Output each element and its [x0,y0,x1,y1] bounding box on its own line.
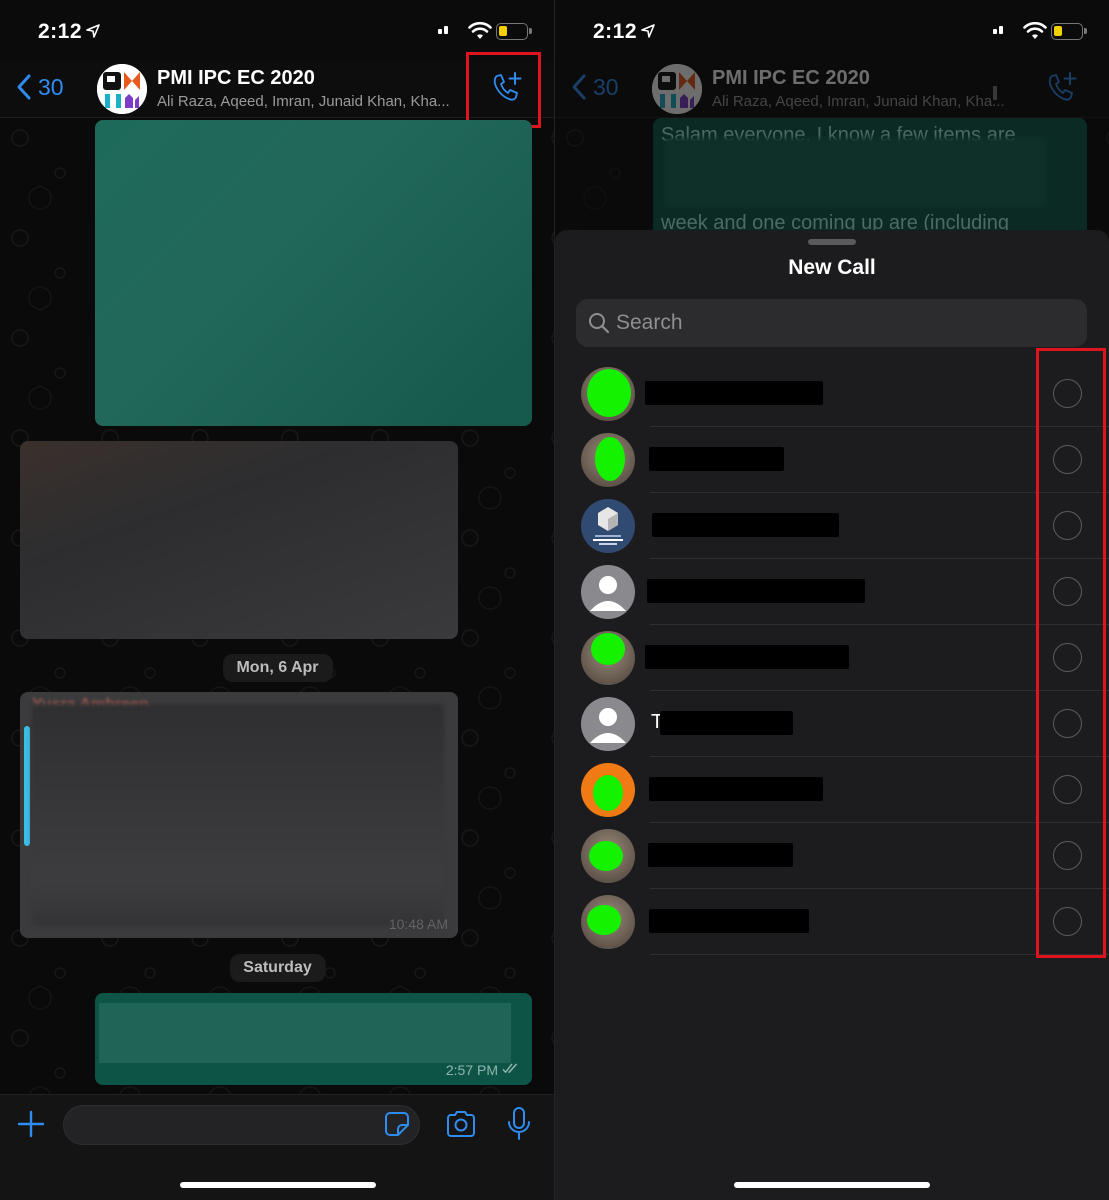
sticker-icon[interactable] [384,1111,410,1137]
date-separator: Mon, 6 Apr [222,654,333,682]
message-composer [0,1094,555,1200]
annotation-highlight-select-column [1036,348,1106,958]
contact-row[interactable] [555,427,1109,493]
battery-icon [1051,23,1087,40]
location-arrow-icon [641,24,655,38]
status-bar: 2:12 [0,0,555,100]
new-call-screen: 2:12 30 PMI IPC EC 2020 Ali Raza, Aqeed,… [555,0,1109,1200]
contact-row[interactable] [555,493,1109,559]
home-indicator[interactable] [734,1182,930,1188]
face-redaction [591,633,625,665]
search-input[interactable] [616,299,1076,347]
face-redaction [595,437,625,481]
quote-indicator [24,726,30,846]
contact-avatar [581,697,635,751]
date-separator: Saturday [229,954,326,982]
message-input[interactable] [63,1105,420,1145]
contact-avatar [581,367,635,421]
chat-header-dimmed: 30 PMI IPC EC 2020 Ali Raza, Aqeed, Imra… [555,60,1109,118]
contact-name-redacted [652,513,839,537]
redacted-content [665,138,1045,206]
contact-name-redacted [645,645,849,669]
back-count: 30 [38,73,64,100]
contact-row[interactable] [555,559,1109,625]
group-participants: Ali Raza, Aqeed, Imran, Junaid Khan, Kha… [712,93,1005,110]
contact-name-redacted [649,777,823,801]
contact-name-redacted [648,843,793,867]
back-button[interactable]: 30 [16,73,64,101]
back-button: 30 [571,73,619,101]
face-redaction [587,369,631,417]
contact-avatar [581,763,635,817]
search-icon [589,313,610,334]
status-time: 2:12 [593,20,638,43]
message-time: 2:57 PM [445,1062,498,1078]
group-name: PMI IPC EC 2020 [712,67,870,89]
contact-row[interactable] [555,361,1109,427]
message-incoming[interactable] [20,441,458,639]
contact-avatar [581,565,635,619]
wifi-icon [468,22,492,39]
cellular-signal-icon [993,26,1003,100]
wifi-icon [1023,22,1047,39]
default-person-icon [590,576,626,611]
group-avatar[interactable] [97,64,147,114]
chevron-left-icon [17,74,31,100]
message-time: 10:48 AM [388,916,448,932]
group-name[interactable]: PMI IPC EC 2020 [157,67,315,90]
status-time: 2:12 [38,20,83,43]
message-outgoing[interactable]: 2:57 PM [95,993,532,1085]
new-call-sheet: New Call T [555,230,1109,1200]
camera-icon[interactable] [445,1110,477,1138]
status-bar: 2:12 [555,0,1109,100]
face-redaction [593,775,623,811]
message-incoming-quoted[interactable]: Yusra Ambreen 10:48 AM [20,692,458,938]
face-redaction [587,905,621,935]
redacted-content [32,704,444,926]
contact-row[interactable] [555,625,1109,691]
cellular-signal-icon [438,26,448,100]
chat-screen: 2:12 30 PMI IPC EC 2020 Ali Raza, Aqeed,… [0,0,555,1200]
default-person-icon [590,708,626,743]
microphone-icon[interactable] [506,1106,532,1142]
pmi-logo-icon [652,64,702,114]
home-indicator[interactable] [179,1182,376,1188]
contact-name-redacted [649,447,784,471]
add-call-icon [1048,72,1077,101]
autodesk-badge-icon [593,507,623,545]
sheet-title: New Call [788,256,876,279]
group-avatar [652,64,702,114]
redacted-content [99,1003,511,1063]
contact-row[interactable] [555,823,1109,889]
pmi-logo-icon [97,64,147,114]
contact-avatar [581,829,635,883]
attach-plus-icon[interactable] [16,1109,46,1139]
search-field[interactable] [576,299,1087,347]
contact-avatar [581,433,635,487]
chevron-left-icon [572,74,586,100]
contact-name-redacted [647,579,865,603]
sheet-grabber[interactable] [808,239,856,245]
message-outgoing[interactable] [95,120,532,426]
contact-avatar [581,895,635,949]
contact-name-redacted [645,381,823,405]
back-count: 30 [593,73,619,100]
double-check-read-icon [502,1063,518,1074]
annotation-highlight-call-button [466,52,541,128]
contact-name-redacted [660,711,793,735]
contact-avatar [581,499,635,553]
contact-row[interactable] [555,757,1109,823]
group-participants[interactable]: Ali Raza, Aqeed, Imran, Junaid Khan, Kha… [157,93,450,110]
contact-row[interactable] [555,889,1109,955]
location-arrow-icon [86,24,100,38]
battery-icon [496,23,532,40]
background-message-preview: Salam everyone, I know a few items are w… [653,118,1087,238]
contact-row[interactable]: T [555,691,1109,757]
face-redaction [589,841,623,871]
contact-name-redacted [649,909,809,933]
contact-avatar [581,631,635,685]
